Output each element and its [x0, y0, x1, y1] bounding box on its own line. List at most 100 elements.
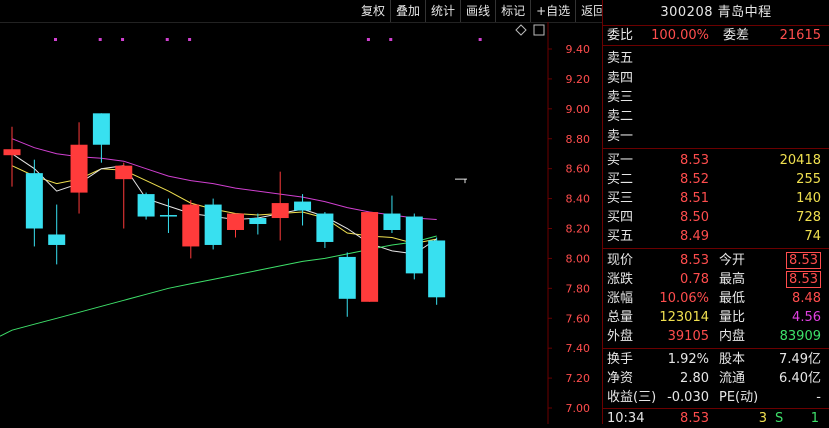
- window-toggle-icon: [533, 24, 545, 36]
- signal-marker: [165, 38, 169, 41]
- ask-row: 卖五: [607, 49, 825, 68]
- candle-body: [249, 218, 267, 225]
- fuquan-button[interactable]: 复权: [356, 0, 390, 22]
- info-row: 净资 2.80 流通 6.40亿: [607, 369, 825, 388]
- weicha-label: 委差: [723, 28, 750, 43]
- bid-row: 买五 8.49 74: [607, 227, 825, 246]
- ask-label: 卖二: [607, 109, 634, 125]
- candle-body: [271, 203, 289, 219]
- y-tick-label: 9.40: [566, 43, 591, 56]
- info-row: 收益(三) -0.030 PE(动) -: [607, 388, 825, 407]
- y-tick-label: 7.60: [566, 312, 591, 325]
- stat-value: 123014: [659, 309, 709, 325]
- info-table: 换手 1.92% 股本 7.49亿 净资 2.80 流通 6.40亿 收益(三) -0.030 PE…: [603, 349, 829, 408]
- bid-volume: 74: [804, 228, 821, 244]
- stat-value: 4.56: [792, 309, 821, 325]
- candlestick-chart[interactable]: 9.40 9.20 9.00 8.80 8.60 8.40 8.20 8.00 7.80 7.60…: [0, 22, 602, 424]
- y-tick-label: 9.00: [566, 103, 591, 116]
- candle-body: [182, 204, 200, 247]
- stat-value: 0.78: [680, 271, 709, 287]
- tick-price: 8.53: [680, 410, 709, 426]
- info-label: 换手: [607, 351, 634, 367]
- candle-body: [383, 213, 401, 230]
- bid-volume: 20418: [779, 152, 821, 168]
- stat-label: 涨幅: [607, 290, 634, 306]
- weibi-value: 100.00%: [651, 28, 709, 43]
- stat-label: 最低: [719, 290, 746, 306]
- ask-label: 卖五: [607, 51, 634, 67]
- bid-price: 8.52: [680, 171, 709, 187]
- candle-body: [338, 256, 356, 299]
- y-tick-label: 7.40: [566, 342, 591, 355]
- bid-price: 8.50: [680, 209, 709, 225]
- candle-body: [159, 215, 177, 217]
- overlay-button[interactable]: 叠加: [390, 0, 425, 22]
- info-label: 流通: [719, 370, 746, 386]
- stat-row: 现价 8.53 今开 8.53: [607, 251, 825, 270]
- bid-price: 8.49: [680, 228, 709, 244]
- ask-label: 卖三: [607, 89, 634, 105]
- mark-button[interactable]: 标记: [495, 0, 530, 22]
- info-value: -: [816, 389, 821, 405]
- add-watchlist-button[interactable]: +自选: [530, 0, 575, 22]
- stat-row: 涨幅 10.06% 最低 8.48: [607, 289, 825, 308]
- candle-body: [3, 149, 21, 156]
- signal-marker: [478, 38, 482, 41]
- y-tick-label: 9.20: [566, 73, 591, 86]
- ask-row: 卖三: [607, 88, 825, 107]
- candle-body: [25, 173, 43, 229]
- signal-marker: [121, 38, 125, 41]
- bid-volume: 255: [796, 171, 821, 187]
- candle-body: [115, 165, 133, 180]
- ask-book: 卖五 卖四 卖三 卖二 卖一: [603, 46, 829, 148]
- bid-row: 买一 8.53 20418: [607, 151, 825, 170]
- last-price-tick: [455, 178, 467, 184]
- y-tick-label: 7.00: [566, 402, 591, 415]
- candle-body: [294, 201, 312, 211]
- candle-body: [48, 234, 66, 245]
- tick-flag: S: [775, 410, 784, 426]
- info-value: 7.49亿: [779, 351, 821, 367]
- tick-row: 10:34 8.53 3 S 1: [603, 409, 829, 428]
- y-tick-label: 8.40: [566, 193, 591, 206]
- weibi-row: 委比 100.00% 委差 21615: [603, 26, 829, 45]
- candle-body: [204, 204, 222, 245]
- stat-value: 10.06%: [659, 290, 709, 306]
- ask-row: 卖二: [607, 107, 825, 126]
- diamond-icon: [515, 24, 527, 36]
- kline-chart-area[interactable]: 复权 叠加 统计 画线 标记 +自选 返回 9.40 9.20 9.00 8.80 8.…: [0, 0, 605, 424]
- stat-value: 8.53: [786, 251, 821, 269]
- weicha-value: 21615: [779, 28, 821, 43]
- stat-value: 83909: [779, 328, 821, 344]
- y-tick-label: 8.80: [566, 133, 591, 146]
- chart-toolbar: 复权 叠加 统计 画线 标记 +自选 返回: [356, 0, 605, 22]
- weibi-label: 委比: [607, 28, 634, 43]
- candle-body: [70, 144, 88, 193]
- stat-row: 涨跌 0.78 最高 8.53: [607, 270, 825, 289]
- y-tick-label: 8.60: [566, 163, 591, 176]
- draw-line-button[interactable]: 画线: [460, 0, 495, 22]
- statistics-button[interactable]: 统计: [425, 0, 460, 22]
- stat-row: 总量 123014 量比 4.56: [607, 308, 825, 327]
- bid-row: 买二 8.52 255: [607, 170, 825, 189]
- y-tick-label: 8.20: [566, 223, 591, 236]
- stat-label: 外盘: [607, 328, 634, 344]
- bid-volume: 728: [796, 209, 821, 225]
- info-label: PE(动): [719, 389, 759, 405]
- stat-value: 39105: [667, 328, 709, 344]
- bid-price: 8.51: [680, 190, 709, 206]
- tick-volume: 3: [758, 410, 767, 426]
- signal-marker: [366, 38, 370, 41]
- stat-value: 8.48: [792, 290, 821, 306]
- stat-label: 今开: [719, 252, 746, 268]
- signal-marker: [54, 38, 57, 41]
- info-row: 换手 1.92% 股本 7.49亿: [607, 350, 825, 369]
- info-value: 6.40亿: [779, 370, 821, 386]
- bid-price: 8.53: [680, 152, 709, 168]
- candle-body: [227, 213, 244, 230]
- bid-book: 买一 8.53 20418 买二 8.52 255 买三 8.51 140 买四 8.50 728 买五…: [603, 149, 829, 248]
- stat-value: 8.53: [680, 252, 709, 268]
- quote-panel: 300208 青岛中程 委比 100.00% 委差 21615 卖五 卖四 卖三 卖二…: [602, 0, 829, 426]
- bid-label: 买一: [607, 152, 634, 168]
- candle-body: [405, 216, 423, 274]
